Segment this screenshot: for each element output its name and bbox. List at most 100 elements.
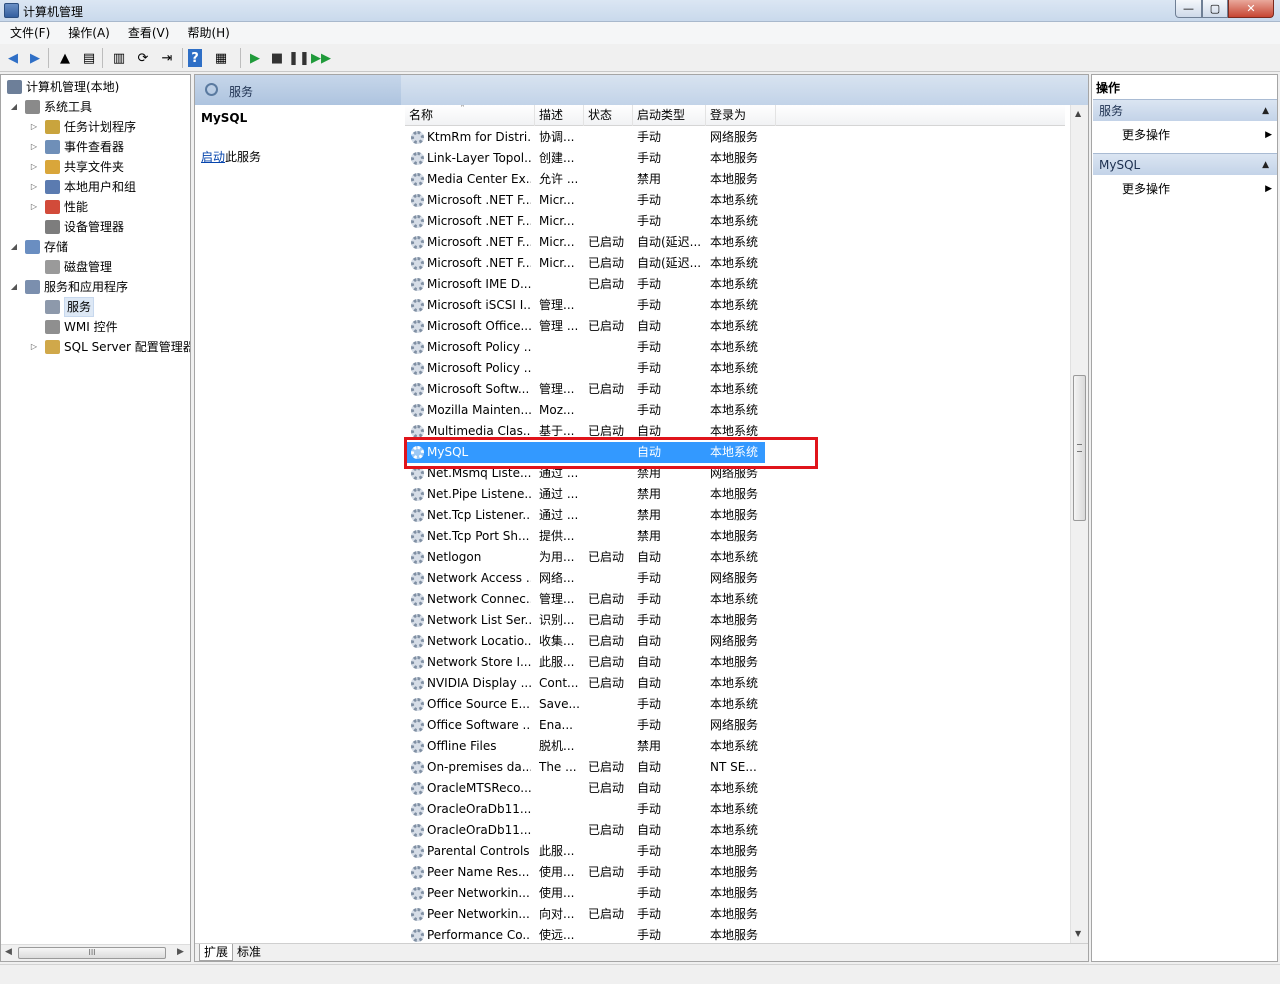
service-row[interactable]: Microsoft .NET F... Micr... 已启动 自动(延迟... 本地系…	[405, 253, 1065, 274]
refresh-icon[interactable]: ⟳	[134, 49, 152, 67]
service-row[interactable]: Netlogon 为用... 已启动 自动 本地系统	[405, 547, 1065, 568]
up-folder-icon[interactable]: ▲	[56, 49, 74, 67]
scroll-thumb[interactable]: III	[18, 947, 166, 959]
menu-action[interactable]: 操作(A)	[58, 22, 118, 44]
tree-expander-icon[interactable]: ▷	[29, 157, 39, 177]
tree-expander-icon[interactable]: ▷	[29, 117, 39, 137]
column-logon-as[interactable]: 登录为	[706, 105, 776, 126]
more-actions-mysql[interactable]: 更多操作 ▶	[1122, 179, 1272, 199]
service-row[interactable]: OracleOraDb11... 手动 本地系统	[405, 799, 1065, 820]
service-row[interactable]: Network Access ... 网络... 手动 网络服务	[405, 568, 1065, 589]
menu-help[interactable]: 帮助(H)	[177, 22, 237, 44]
tree-expander-icon[interactable]: ▷	[29, 337, 39, 357]
column-description[interactable]: 描述	[535, 105, 584, 126]
tree-item[interactable]: ▷ 本地用户和组	[1, 177, 190, 197]
resume-service-icon[interactable]: ▶▶	[311, 49, 331, 67]
start-service-icon[interactable]: ▶	[246, 49, 264, 67]
tree-item[interactable]: ▷ 任务计划程序	[1, 117, 190, 137]
service-row[interactable]: Microsoft .NET F... Micr... 已启动 自动(延迟... 本地系…	[405, 232, 1065, 253]
service-row[interactable]: Net.Pipe Listene... 通过 ... 禁用 本地服务	[405, 484, 1065, 505]
start-service-link[interactable]: 启动	[201, 150, 225, 164]
service-row[interactable]: KtmRm for Distri... 协调... 手动 网络服务	[405, 127, 1065, 148]
tree-item[interactable]: ◢ 服务和应用程序	[1, 277, 190, 297]
collapse-icon[interactable]: ▲	[1262, 100, 1269, 122]
tree-item[interactable]: ▷ 事件查看器	[1, 137, 190, 157]
tree-item[interactable]: ◢ 存储	[1, 237, 190, 257]
service-row[interactable]: On-premises da... The ... 已启动 自动 NT SE...	[405, 757, 1065, 778]
service-row[interactable]: Mozilla Mainten... Moz... 手动 本地系统	[405, 400, 1065, 421]
show-hide-tree-icon[interactable]: ▤	[80, 49, 98, 67]
service-row[interactable]: Microsoft Policy ... 手动 本地系统	[405, 358, 1065, 379]
back-arrow-icon[interactable]: ◀	[4, 49, 22, 67]
service-row[interactable]: Parental Controls 此服... 手动 本地服务	[405, 841, 1065, 862]
close-button[interactable]: ✕	[1228, 0, 1274, 18]
service-row[interactable]: Office Software ... Ena... 手动 网络服务	[405, 715, 1065, 736]
service-row[interactable]: Microsoft .NET F... Micr... 手动 本地系统	[405, 190, 1065, 211]
service-row[interactable]: Network Store I... 此服... 已启动 自动 本地服务	[405, 652, 1065, 673]
tree-item[interactable]: 磁盘管理	[1, 257, 190, 277]
tree-item[interactable]: ▷ SQL Server 配置管理器	[1, 337, 190, 357]
service-row[interactable]: Peer Networkin... 使用... 手动 本地服务	[405, 883, 1065, 904]
service-row[interactable]: Microsoft IME D... 已启动 手动 本地系统	[405, 274, 1065, 295]
tree-item[interactable]: 计算机管理(本地)	[1, 77, 190, 97]
pause-service-icon[interactable]: ❚❚	[288, 49, 310, 67]
tree-expander-icon[interactable]: ▷	[29, 197, 39, 217]
menu-file[interactable]: 文件(F)	[0, 22, 58, 44]
more-actions-services[interactable]: 更多操作 ▶	[1122, 125, 1272, 145]
tree-item[interactable]: 设备管理器	[1, 217, 190, 237]
service-row[interactable]: OracleOraDb11... 已启动 自动 本地系统	[405, 820, 1065, 841]
service-row[interactable]: Media Center Ex... 允许 ... 禁用 本地服务	[405, 169, 1065, 190]
tree-expander-icon[interactable]: ▷	[29, 137, 39, 157]
actions-section-services[interactable]: 服务 ▲	[1093, 99, 1277, 121]
actions-section-mysql[interactable]: MySQL ▲	[1093, 153, 1277, 175]
tree-horizontal-scrollbar[interactable]: ◀ III ▶	[1, 944, 190, 961]
export-list-icon[interactable]: ⇥	[158, 49, 176, 67]
menu-view[interactable]: 查看(V)	[118, 22, 178, 44]
service-row[interactable]: Microsoft Office... 管理 ... 已启动 自动 本地系统	[405, 316, 1065, 337]
scroll-left-icon[interactable]: ◀	[5, 947, 12, 957]
properties-icon[interactable]: ▥	[110, 49, 128, 67]
service-row[interactable]: Peer Networkin... 向对... 已启动 手动 本地服务	[405, 904, 1065, 925]
scroll-thumb[interactable]	[1073, 375, 1086, 521]
tree-expander-icon[interactable]: ◢	[9, 97, 19, 117]
service-row[interactable]: Office Source E... Save... 手动 本地系统	[405, 694, 1065, 715]
services-vertical-scrollbar[interactable]: ▲ ▼	[1070, 105, 1088, 943]
title-bar[interactable]: 计算机管理 — ▢ ✕	[0, 0, 1280, 22]
minimize-button[interactable]: —	[1175, 0, 1202, 18]
column-startup-type[interactable]: 启动类型	[633, 105, 706, 126]
show-hide-action-pane-icon[interactable]: ▦	[212, 49, 230, 67]
service-row[interactable]: Network List Ser... 识别... 已启动 手动 本地服务	[405, 610, 1065, 631]
tree-expander-icon[interactable]: ▷	[29, 177, 39, 197]
forward-arrow-icon[interactable]: ▶	[26, 49, 44, 67]
tree-item[interactable]: ◢ 系统工具	[1, 97, 190, 117]
service-row[interactable]: Microsoft Policy ... 手动 本地系统	[405, 337, 1065, 358]
column-name[interactable]: 名称	[405, 105, 535, 126]
tree-item[interactable]: ▷ 共享文件夹	[1, 157, 190, 177]
tab-standard[interactable]: 标准	[233, 944, 265, 961]
maximize-button[interactable]: ▢	[1202, 0, 1228, 18]
tree-item[interactable]: 服务	[1, 297, 190, 317]
service-row[interactable]: Network Locatio... 收集... 已启动 自动 网络服务	[405, 631, 1065, 652]
service-row[interactable]: Net.Tcp Port Sh... 提供... 禁用 本地服务	[405, 526, 1065, 547]
stop-service-icon[interactable]: ■	[268, 49, 286, 67]
service-row[interactable]: Offline Files 脱机... 禁用 本地系统	[405, 736, 1065, 757]
service-row[interactable]: Network Connec... 管理... 已启动 手动 本地系统	[405, 589, 1065, 610]
scroll-down-icon[interactable]: ▼	[1075, 929, 1081, 938]
service-row[interactable]: Link-Layer Topol... 创建... 手动 本地服务	[405, 148, 1065, 169]
service-row[interactable]: Net.Tcp Listener... 通过 ... 禁用 本地服务	[405, 505, 1065, 526]
scroll-right-icon[interactable]: ▶	[177, 947, 184, 957]
column-status[interactable]: 状态	[584, 105, 633, 126]
help-icon[interactable]: ?	[188, 49, 202, 67]
tree-item[interactable]: WMI 控件	[1, 317, 190, 337]
service-row[interactable]: Peer Name Res... 使用... 已启动 手动 本地服务	[405, 862, 1065, 883]
tree-item[interactable]: ▷ 性能	[1, 197, 190, 217]
service-row[interactable]: Microsoft .NET F... Micr... 手动 本地系统	[405, 211, 1065, 232]
tab-extended[interactable]: 扩展	[199, 944, 234, 961]
scroll-up-icon[interactable]: ▲	[1075, 109, 1081, 118]
service-row[interactable]: Microsoft Softw... 管理... 已启动 手动 本地系统	[405, 379, 1065, 400]
service-row[interactable]: Performance Co... 使远... 手动 本地服务	[405, 925, 1065, 945]
collapse-icon[interactable]: ▲	[1262, 154, 1269, 176]
service-row[interactable]: NVIDIA Display ... Cont... 已启动 自动 本地系统	[405, 673, 1065, 694]
service-row[interactable]: OracleMTSReco... 已启动 自动 本地系统	[405, 778, 1065, 799]
service-row[interactable]: Microsoft iSCSI I... 管理... 手动 本地系统	[405, 295, 1065, 316]
